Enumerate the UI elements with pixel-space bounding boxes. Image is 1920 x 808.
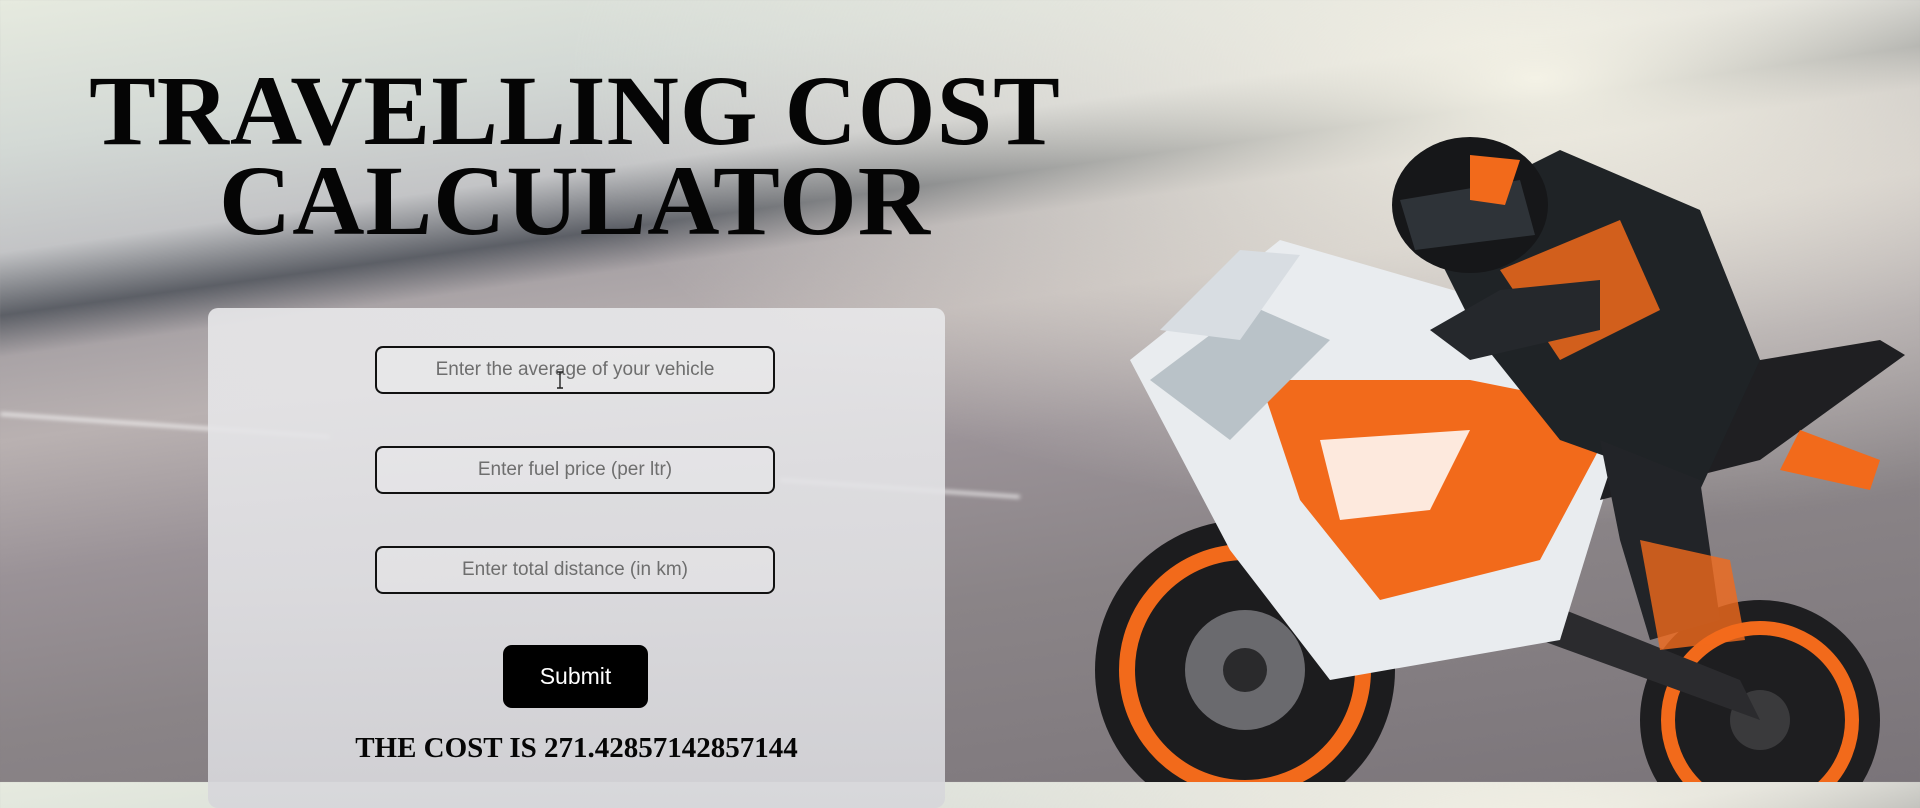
text-cursor-icon — [557, 371, 563, 389]
distance-input[interactable] — [375, 546, 775, 594]
submit-button[interactable]: Submit — [503, 645, 648, 708]
result-text: THE COST IS 271.42857142857144 — [355, 732, 798, 764]
page-title: TRAVELLING COST CALCULATOR — [89, 55, 1061, 256]
average-input[interactable] — [375, 346, 775, 394]
motorcycle-rider-image — [1095, 137, 1905, 782]
fuel-price-input[interactable] — [375, 446, 775, 494]
